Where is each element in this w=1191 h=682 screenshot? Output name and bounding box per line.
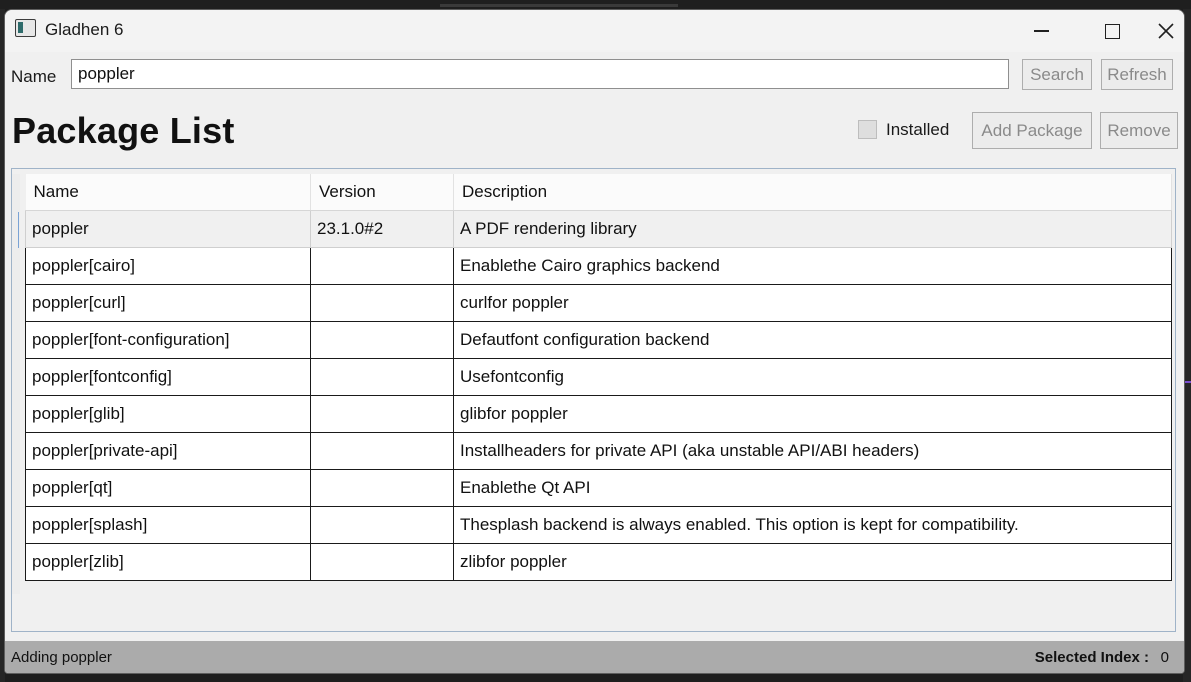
column-header-name[interactable]: Name: [25, 174, 311, 211]
selected-index-label: Selected Index :: [1034, 649, 1149, 666]
table-row[interactable]: poppler 23.1.0#2 A PDF rendering library: [25, 210, 1172, 248]
table-header-row: Name Version Description: [25, 174, 1172, 211]
table-row[interactable]: poppler[cairo] Enablethe Cairo graphics …: [25, 247, 1172, 285]
name-label: Name: [11, 67, 57, 86]
cell-name[interactable]: poppler[curl]: [25, 284, 311, 322]
cell-name[interactable]: poppler[zlib]: [25, 543, 311, 581]
cell-version[interactable]: [310, 321, 454, 359]
cell-name[interactable]: poppler: [25, 210, 311, 248]
cell-description[interactable]: Installheaders for private API (aka unst…: [453, 432, 1172, 470]
cell-version[interactable]: [310, 247, 454, 285]
add-package-button[interactable]: Add Package: [972, 112, 1092, 149]
minimize-icon: [1033, 30, 1049, 32]
maximize-icon: [1104, 23, 1120, 39]
app-window-icon: [15, 19, 36, 37]
background-strip: [0, 0, 1191, 9]
table-row[interactable]: poppler[fontconfig] Usefontconfig: [25, 358, 1172, 396]
status-message: Adding poppler: [11, 649, 112, 666]
cell-description[interactable]: A PDF rendering library: [453, 210, 1172, 248]
cell-name[interactable]: poppler[splash]: [25, 506, 311, 544]
table-row[interactable]: poppler[font-configuration] Defautfont c…: [25, 321, 1172, 359]
cell-name[interactable]: poppler[glib]: [25, 395, 311, 433]
cell-version[interactable]: [310, 358, 454, 396]
column-header-version[interactable]: Version: [310, 174, 454, 211]
cell-name[interactable]: poppler[cairo]: [25, 247, 311, 285]
cell-name[interactable]: poppler[font-configuration]: [25, 321, 311, 359]
column-header-description[interactable]: Description: [453, 174, 1172, 211]
cell-description[interactable]: Enablethe Qt API: [453, 469, 1172, 507]
table-row[interactable]: poppler[qt] Enablethe Qt API: [25, 469, 1172, 507]
table-row[interactable]: poppler[zlib] zlibfor poppler: [25, 543, 1172, 581]
close-icon: [1158, 23, 1174, 39]
background-accent: [1184, 381, 1191, 383]
cell-name[interactable]: poppler[private-api]: [25, 432, 311, 470]
window-title: Gladhen 6: [45, 20, 124, 39]
maximize-button[interactable]: [1077, 10, 1147, 52]
cell-version[interactable]: [310, 469, 454, 507]
table-row[interactable]: poppler[curl] curlfor poppler: [25, 284, 1172, 322]
table-row[interactable]: poppler[private-api] Installheaders for …: [25, 432, 1172, 470]
background-tab: [440, 4, 678, 7]
cell-description[interactable]: Enablethe Cairo graphics backend: [453, 247, 1172, 285]
cell-description[interactable]: curlfor poppler: [453, 284, 1172, 322]
name-input[interactable]: poppler: [71, 59, 1009, 89]
installed-label[interactable]: Installed: [886, 120, 949, 140]
cell-description[interactable]: Thesplash backend is always enabled. Thi…: [453, 506, 1172, 544]
cell-description[interactable]: Usefontconfig: [453, 358, 1172, 396]
page-title: Package List: [12, 110, 235, 151]
cell-version[interactable]: [310, 432, 454, 470]
cell-version[interactable]: [310, 284, 454, 322]
table-row[interactable]: poppler[splash] Thesplash backend is alw…: [25, 506, 1172, 544]
title-bar[interactable]: Gladhen 6: [5, 10, 1184, 52]
close-button[interactable]: [1148, 10, 1184, 52]
cell-version[interactable]: [310, 506, 454, 544]
minimize-button[interactable]: [1006, 10, 1076, 52]
cell-name[interactable]: poppler[qt]: [25, 469, 311, 507]
package-table: Name Version Description poppler 23.1.0#…: [25, 174, 1172, 581]
installed-checkbox[interactable]: [858, 120, 877, 139]
cell-description[interactable]: glibfor poppler: [453, 395, 1172, 433]
cell-version[interactable]: [310, 395, 454, 433]
app-window: Gladhen 6 Name poppler Search Refresh Pa…: [4, 9, 1185, 674]
selected-row-marker: [18, 212, 19, 248]
refresh-button[interactable]: Refresh: [1101, 59, 1173, 90]
cell-name[interactable]: poppler[fontconfig]: [25, 358, 311, 396]
search-bar: Name poppler Search Refresh: [5, 52, 1184, 100]
status-bar: Adding poppler Selected Index : 0: [5, 641, 1184, 673]
selected-index-value: 0: [1160, 649, 1169, 666]
row-header-strip: [12, 174, 20, 594]
remove-button[interactable]: Remove: [1100, 112, 1178, 149]
cell-version[interactable]: 23.1.0#2: [310, 210, 454, 248]
cell-description[interactable]: Defautfont configuration backend: [453, 321, 1172, 359]
table-row[interactable]: poppler[glib] glibfor poppler: [25, 395, 1172, 433]
cell-version[interactable]: [310, 543, 454, 581]
search-button[interactable]: Search: [1022, 59, 1092, 90]
cell-description[interactable]: zlibfor poppler: [453, 543, 1172, 581]
